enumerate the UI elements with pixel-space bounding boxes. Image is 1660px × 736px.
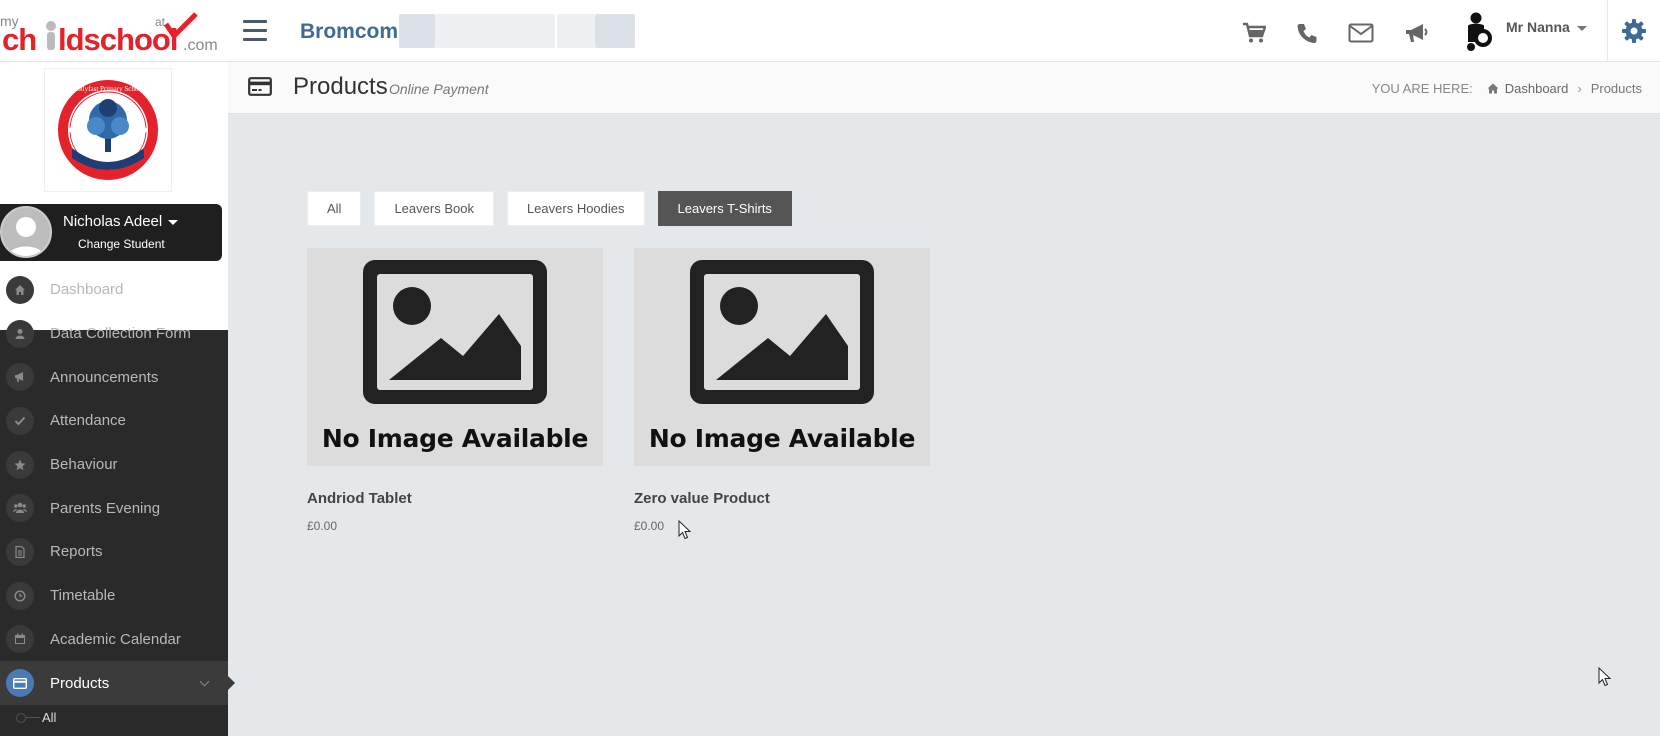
product-image[interactable]: No Image Available <box>634 248 930 466</box>
sidebar-item-dashboard[interactable]: Dashboard <box>0 268 228 312</box>
sidebar-item-label: Dashboard <box>50 281 124 299</box>
parent-avatar-icon <box>1467 12 1492 51</box>
user-name: Mr Nanna <box>1506 19 1570 35</box>
check-icon <box>6 406 34 435</box>
breadcrumb-current: Products <box>1590 81 1642 96</box>
svg-text:ch: ch <box>2 22 36 54</box>
sidebar-item-label: Attendance <box>50 412 126 430</box>
breadcrumb-label: YOU ARE HERE: <box>1371 81 1473 96</box>
sidebar-item-label: Behaviour <box>50 456 118 474</box>
star-icon <box>6 450 34 479</box>
connector-line <box>26 717 40 719</box>
sidebar-item-label: Data Collection Form <box>50 325 191 343</box>
envelope-icon[interactable] <box>1348 21 1374 45</box>
clock-icon <box>6 581 34 610</box>
redacted-block <box>399 14 435 48</box>
sidebar-item-announcements[interactable]: Announcements <box>0 355 228 399</box>
svg-text:at: at <box>155 15 166 29</box>
credit-card-icon <box>248 77 272 101</box>
chevron-right-icon: › <box>1577 81 1582 96</box>
sidebar-item-academic-calendar[interactable]: Academic Calendar <box>0 618 228 662</box>
redacted-block <box>557 14 595 48</box>
no-image-text: No Image Available <box>648 424 916 453</box>
student-switcher[interactable]: Nicholas Adeel Change Student <box>0 204 222 261</box>
cart-icon[interactable] <box>1241 21 1267 45</box>
redacted-block <box>435 14 555 48</box>
product-card: No Image Available Zero value Product £0… <box>634 248 930 533</box>
home-icon <box>1487 83 1499 94</box>
top-bar: my ch ldschool at .com Bromcom Mr Nanna <box>0 0 1660 62</box>
school-logo: Hollyfast Primary School <box>44 68 172 192</box>
product-name[interactable]: Andriod Tablet <box>307 490 603 507</box>
menu-toggle-icon[interactable] <box>243 20 267 42</box>
bullet-icon <box>16 712 26 723</box>
filter-all[interactable]: All <box>307 191 362 226</box>
chevron-down-icon <box>168 219 179 225</box>
user-menu[interactable]: Mr Nanna <box>1462 12 1587 52</box>
home-icon <box>6 275 34 304</box>
active-indicator <box>227 675 235 692</box>
school-logo-area: Hollyfast Primary School <box>0 62 228 200</box>
student-name-text: Nicholas Adeel <box>63 213 163 230</box>
site-logo[interactable]: my ch ldschool at .com <box>0 12 225 57</box>
gear-icon <box>1622 19 1646 43</box>
svg-text:.com: .com <box>183 37 218 54</box>
page-title: Products <box>293 73 388 100</box>
filter-leavers-t-shirts[interactable]: Leavers T-Shirts <box>657 191 792 226</box>
no-image-text: No Image Available <box>321 424 589 453</box>
user-icon <box>6 319 34 348</box>
mouse-cursor-icon <box>678 520 691 540</box>
calendar-icon <box>6 625 34 654</box>
megaphone-icon <box>6 363 34 392</box>
sidebar-item-label: Academic Calendar <box>50 630 181 648</box>
product-image[interactable]: No Image Available <box>307 248 603 466</box>
sidebar-item-timetable[interactable]: Timetable <box>0 574 228 618</box>
sidebar-item-label: Reports <box>50 543 103 561</box>
sidebar-item-label: Products <box>50 674 110 692</box>
brand-name: Bromcom <box>300 20 399 43</box>
product-card: No Image Available Andriod Tablet £0.00 <box>307 248 603 533</box>
sidebar-nav: Dashboard Data Collection Form Announcem… <box>0 268 235 731</box>
sidebar-item-data-collection-form[interactable]: Data Collection Form <box>0 312 228 356</box>
category-filters: All Leavers Book Leavers Hoodies Leavers… <box>307 191 805 226</box>
image-placeholder-icon <box>690 260 874 404</box>
filter-leavers-hoodies[interactable]: Leavers Hoodies <box>506 191 645 226</box>
chevron-down-icon <box>1576 25 1587 31</box>
settings-button[interactable] <box>1607 0 1660 62</box>
filter-leavers-book[interactable]: Leavers Book <box>374 191 494 226</box>
change-student-link[interactable]: Change Student <box>78 237 165 251</box>
mouse-cursor-icon <box>1598 667 1611 687</box>
sidebar-item-behaviour[interactable]: Behaviour <box>0 443 228 487</box>
breadcrumb-dashboard[interactable]: Dashboard <box>1505 81 1569 96</box>
page-subtitle: Online Payment <box>389 81 489 97</box>
sidebar-subitem-label: All <box>42 710 57 726</box>
chevron-down-icon <box>199 676 210 687</box>
sidebar-item-label: Parents Evening <box>50 499 161 517</box>
sidebar-subitem-all[interactable]: All <box>0 705 228 731</box>
sidebar-item-label: Announcements <box>50 368 159 386</box>
breadcrumb: YOU ARE HERE: Dashboard › Products <box>1372 81 1642 96</box>
sidebar-item-parents-evening[interactable]: Parents Evening <box>0 486 228 530</box>
image-placeholder-icon <box>363 260 547 404</box>
sidebar-item-products[interactable]: Products <box>0 661 235 705</box>
sidebar-item-label: Timetable <box>50 587 116 605</box>
product-price: £0.00 <box>307 519 338 533</box>
student-avatar <box>0 206 52 258</box>
credit-card-icon <box>6 669 34 698</box>
sidebar-item-attendance[interactable]: Attendance <box>0 399 228 443</box>
page-header: Products Online Payment YOU ARE HERE: Da… <box>228 62 1660 114</box>
sidebar: Hollyfast Primary School Nicholas Adeel … <box>0 62 235 736</box>
megaphone-icon[interactable] <box>1404 21 1430 45</box>
document-icon <box>6 537 34 566</box>
users-icon <box>6 494 34 523</box>
product-name[interactable]: Zero value Product <box>634 490 930 507</box>
sidebar-item-reports[interactable]: Reports <box>0 530 228 574</box>
student-name: Nicholas Adeel <box>63 213 179 230</box>
phone-icon[interactable] <box>1294 21 1320 45</box>
school-name-text: Hollyfast Primary School <box>72 85 144 93</box>
redacted-block <box>595 14 635 48</box>
